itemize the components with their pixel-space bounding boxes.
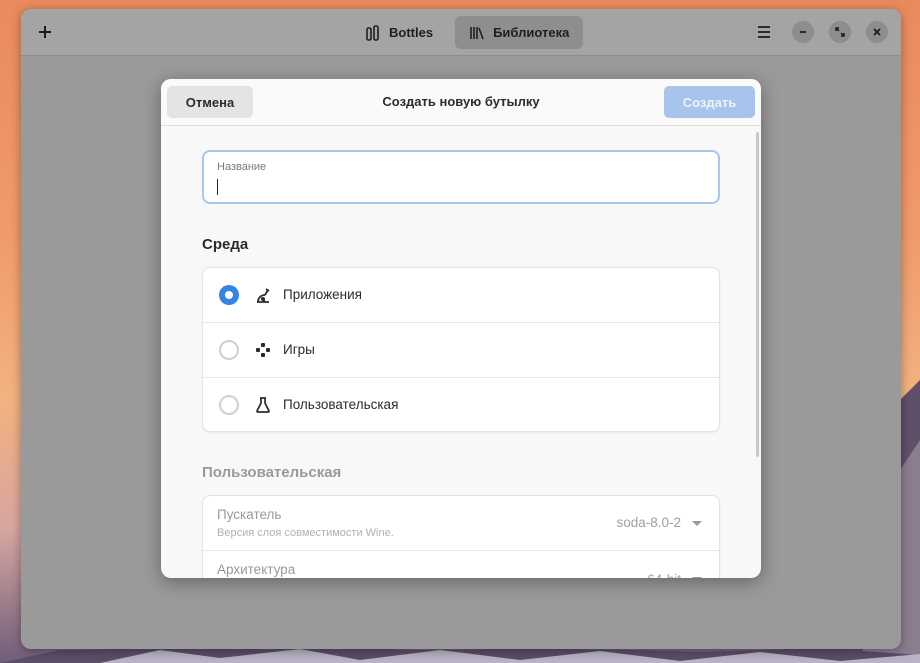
gamepad-icon [256,343,270,357]
plus-icon [39,26,51,38]
text-caret [217,179,218,195]
tab-library-label: Библиотека [493,25,570,40]
dialog-header: Отмена Создать новую бутылку Создать [161,79,761,126]
new-bottle-dialog: Отмена Создать новую бутылку Создать Наз… [161,79,761,578]
close-icon [873,28,881,36]
architecture-row[interactable]: Архитектура 64-bit [203,551,719,578]
flask-icon [256,397,270,413]
hamburger-icon [758,26,770,38]
close-button[interactable] [866,21,888,43]
chevron-down-icon[interactable] [692,521,702,526]
create-button[interactable]: Создать [664,86,755,118]
custom-settings-list: Пускатель Версия слоя совместимости Wine… [202,495,720,578]
chevron-down-icon[interactable] [692,577,702,578]
add-bottle-button[interactable] [31,18,59,46]
runner-title: Пускатель [217,507,282,522]
tab-library[interactable]: Библиотека [455,16,584,49]
environment-heading: Среда [202,236,249,253]
maximize-button[interactable] [829,21,851,43]
headerbar: Bottles Библиотека [21,9,901,56]
runner-dropdown-value[interactable]: soda-8.0-2 [616,515,681,530]
radio-custom[interactable] [219,395,239,415]
view-switcher: Bottles Библиотека [351,16,584,49]
minimize-icon [800,31,806,33]
minimize-button[interactable] [792,21,814,43]
maximize-icon [835,27,845,37]
radio-applications[interactable] [219,285,239,305]
option-label: Игры [283,342,315,357]
applications-icon [257,288,270,303]
architecture-title: Архитектура [217,562,296,577]
tab-bottles-label: Bottles [389,25,434,40]
environment-option-applications[interactable]: Приложения [203,268,719,323]
option-label: Пользовательская [283,397,399,412]
bottles-icon [366,24,379,41]
runner-subtitle: Версия слоя совместимости Wine. [217,527,394,539]
environment-option-games[interactable]: Игры [203,323,719,378]
tab-bottles[interactable]: Bottles [351,16,447,49]
architecture-dropdown-value[interactable]: 64-bit [647,572,681,578]
name-field[interactable]: Название [202,150,720,204]
library-icon [470,26,484,39]
environment-list: Приложения Игры Пользовательская [202,267,720,432]
radio-games[interactable] [219,340,239,360]
option-label: Приложения [283,287,362,302]
runner-row[interactable]: Пускатель Версия слоя совместимости Wine… [203,496,719,551]
custom-heading: Пользовательская [202,464,342,481]
name-field-label: Название [217,161,267,173]
environment-option-custom[interactable]: Пользовательская [203,378,719,431]
dialog-scrollbar[interactable] [756,132,759,457]
main-menu-button[interactable] [750,18,778,46]
